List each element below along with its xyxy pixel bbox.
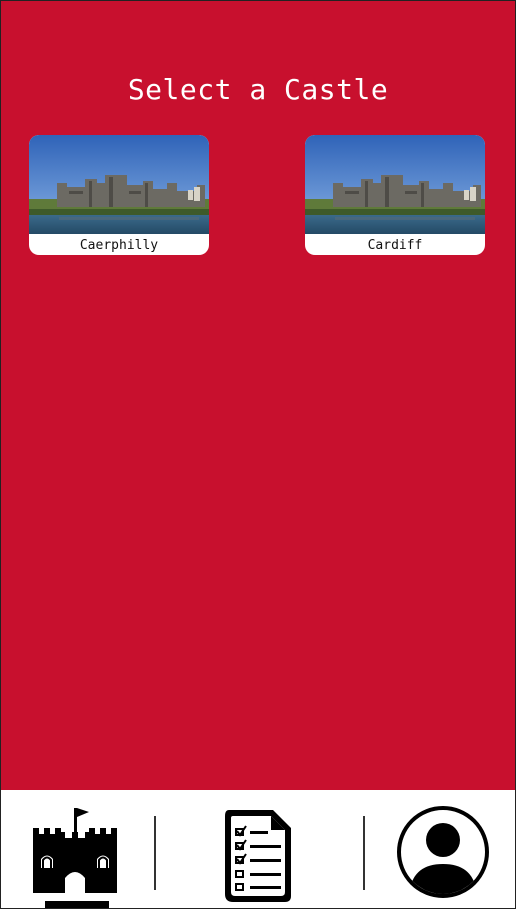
castle-card-caerphilly[interactable]: Caerphilly bbox=[29, 135, 209, 255]
nav-profile[interactable] bbox=[395, 790, 491, 908]
nav-divider bbox=[154, 816, 156, 890]
nav-castles[interactable] bbox=[29, 790, 125, 908]
active-tab-indicator bbox=[45, 901, 109, 908]
checklist-icon bbox=[225, 810, 291, 902]
castle-photo bbox=[305, 135, 485, 234]
app-screen: Select a Castle Caerphilly Cardiff bbox=[0, 0, 516, 909]
profile-icon bbox=[397, 806, 489, 898]
page-title: Select a Castle bbox=[127, 73, 389, 106]
castle-name: Caerphilly bbox=[79, 238, 159, 253]
castle-photo bbox=[29, 135, 209, 234]
nav-checklist[interactable] bbox=[219, 790, 299, 908]
castle-icon bbox=[33, 808, 117, 893]
castle-selection-panel: Select a Castle Caerphilly Cardiff bbox=[1, 1, 515, 790]
castle-name: Cardiff bbox=[367, 238, 423, 253]
castle-card-cardiff[interactable]: Cardiff bbox=[305, 135, 485, 255]
bottom-navigation bbox=[1, 790, 515, 908]
nav-divider bbox=[363, 816, 365, 890]
